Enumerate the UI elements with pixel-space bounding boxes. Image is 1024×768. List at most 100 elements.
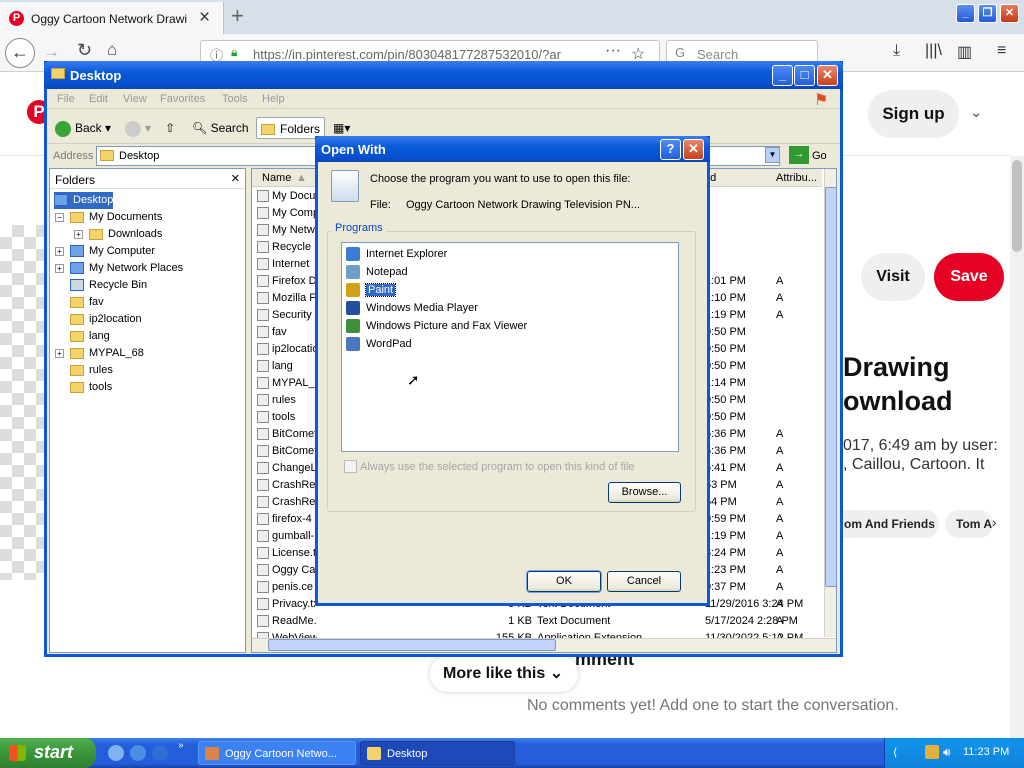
sidebar-icon[interactable]: ▥ xyxy=(957,42,972,62)
program-item[interactable]: Internet Explorer xyxy=(346,246,447,263)
quick-launch-more-icon[interactable]: » xyxy=(178,740,184,751)
volume-icon[interactable]: 🔊︎ xyxy=(943,745,951,760)
download-icon[interactable]: ⤓ xyxy=(893,42,900,60)
restore-icon[interactable]: ❐ xyxy=(978,4,997,23)
always-use-checkbox[interactable] xyxy=(344,460,357,473)
tree-item-tools[interactable]: tools xyxy=(70,379,112,396)
reload-icon[interactable]: ↻ xyxy=(77,40,92,61)
cancel-button[interactable]: Cancel xyxy=(607,571,681,592)
page-scrollbar-thumb[interactable] xyxy=(1012,160,1022,252)
collapse-icon[interactable]: − xyxy=(55,212,64,222)
taskbar-task-desktop[interactable]: Desktop xyxy=(360,741,515,765)
quick-launch-explorer-icon[interactable] xyxy=(108,745,124,761)
tree-item-downloads[interactable]: + Downloads xyxy=(74,226,162,243)
menu-tools[interactable]: Tools xyxy=(222,93,248,105)
home-icon[interactable]: ⌂ xyxy=(107,40,117,60)
tree-item-desktop[interactable]: Desktop xyxy=(54,192,114,209)
maximize-icon[interactable]: □ xyxy=(794,65,815,86)
close-pane-icon[interactable]: × xyxy=(231,170,240,187)
horizontal-scrollbar-thumb[interactable] xyxy=(268,639,556,651)
menu-file[interactable]: File xyxy=(57,93,75,105)
pin-image[interactable] xyxy=(0,225,45,580)
menu-favorites[interactable]: Favorites xyxy=(160,93,205,105)
search-engine-icon[interactable]: G xyxy=(675,45,685,60)
dialog-title: Open With xyxy=(321,142,386,157)
file-row[interactable]: ReadMe.txt 1 KB Text Document 5/17/2024 2:2… xyxy=(257,613,827,630)
clock: 11:23 PM xyxy=(963,746,1010,758)
expand-icon[interactable]: + xyxy=(55,263,64,273)
up-folder-icon[interactable]: ⇧ xyxy=(165,117,175,139)
program-item[interactable]: Windows Picture and Fax Viewer xyxy=(346,318,527,335)
expand-icon[interactable]: + xyxy=(74,229,83,239)
windows-logo-icon: ⚑ xyxy=(814,92,829,109)
folder-icon xyxy=(70,364,84,376)
program-item[interactable]: Paint xyxy=(346,282,397,299)
close-icon[interactable]: ✕ xyxy=(683,139,704,160)
go-arrow-icon[interactable]: → xyxy=(789,146,809,164)
close-icon[interactable]: ✕ xyxy=(1000,4,1019,23)
address-dropdown-icon[interactable]: ▼ xyxy=(765,147,780,163)
tree-item-my-documents[interactable]: − My Documents xyxy=(55,209,162,226)
start-button[interactable]: start xyxy=(0,738,96,768)
tree-item-mypal[interactable]: + MYPAL_68 xyxy=(55,345,144,362)
taskbar-task-firefox[interactable]: Oggy Cartoon Netwo... xyxy=(198,741,356,765)
forward-arrow-icon[interactable]: → xyxy=(43,42,60,62)
tree-item-lang[interactable]: lang xyxy=(70,328,110,345)
visit-button[interactable]: Visit xyxy=(861,253,925,301)
tree-item-my-network-places[interactable]: + My Network Places xyxy=(55,260,183,277)
tree-item-recycle-bin[interactable]: Recycle Bin xyxy=(70,277,147,294)
chevron-down-icon[interactable]: ⌄ xyxy=(970,103,983,121)
url-text[interactable]: https://in.pinterest.com/pin/80304817728… xyxy=(253,47,561,62)
tray-arrow-icon[interactable]: ⟨ xyxy=(893,746,897,759)
program-item[interactable]: WordPad xyxy=(346,336,412,353)
save-button[interactable]: Save xyxy=(934,253,1004,301)
tree-item-fav[interactable]: fav xyxy=(70,294,104,311)
more-like-this-button[interactable]: More like this ⌄ xyxy=(430,656,578,692)
file-name-text: My Docu xyxy=(272,190,316,202)
new-tab-icon[interactable]: + xyxy=(231,3,244,29)
ok-button[interactable]: OK xyxy=(526,570,602,593)
tray-app-icon[interactable] xyxy=(925,745,939,759)
tree-item-rules[interactable]: rules xyxy=(70,362,113,379)
tag-pill[interactable]: Tom An xyxy=(945,510,993,538)
forward-button[interactable]: ▾ xyxy=(125,117,151,139)
tag-pill[interactable]: om And Friends xyxy=(833,510,939,538)
expand-icon[interactable]: + xyxy=(55,348,64,358)
expand-icon[interactable]: + xyxy=(55,246,64,256)
help-icon[interactable]: ? xyxy=(660,139,681,160)
vertical-scrollbar-thumb[interactable] xyxy=(825,187,836,587)
chevron-right-icon[interactable]: › xyxy=(992,514,997,530)
folders-pane: Folders × Desktop − My Documents + Downloa… xyxy=(49,168,246,653)
browser-tab[interactable]: P Oggy Cartoon Network Drawing Te × xyxy=(0,2,224,34)
menu-icon[interactable]: ≡ xyxy=(997,42,1006,60)
go-label[interactable]: Go xyxy=(812,150,827,162)
program-item[interactable]: Notepad xyxy=(346,264,408,281)
folder-icon xyxy=(70,330,84,342)
explorer-titlebar[interactable]: Desktop _ □ ✕ xyxy=(44,61,843,89)
page-actions-icon[interactable]: ··· xyxy=(605,42,621,60)
file-date: 54 PM xyxy=(705,496,737,508)
tree-item-my-computer[interactable]: + My Computer xyxy=(55,243,155,260)
back-button[interactable]: Back ▾ xyxy=(55,117,111,139)
menu-edit[interactable]: Edit xyxy=(89,93,108,105)
search-button[interactable]: 🔍︎ Search xyxy=(192,117,249,139)
column-attributes[interactable]: Attribu... xyxy=(776,172,817,184)
dialog-titlebar[interactable]: Open With ? ✕ xyxy=(315,136,710,162)
folder-icon xyxy=(70,296,84,308)
menu-view[interactable]: View xyxy=(123,93,147,105)
tree-item-ip2location[interactable]: ip2location xyxy=(70,311,142,328)
close-icon[interactable]: ✕ xyxy=(817,65,838,86)
browse-button[interactable]: Browse... xyxy=(608,482,681,503)
sign-up-button[interactable]: Sign up xyxy=(868,90,959,138)
minimize-icon[interactable]: _ xyxy=(772,65,793,86)
tab-close-icon[interactable]: × xyxy=(199,7,210,29)
column-name[interactable]: Name xyxy=(262,172,291,184)
back-arrow-icon xyxy=(55,120,71,137)
back-arrow-icon[interactable]: ← xyxy=(5,38,35,68)
quick-launch-ie-icon[interactable] xyxy=(130,745,146,761)
library-icon[interactable]: |||\ xyxy=(925,42,942,60)
program-item[interactable]: Windows Media Player xyxy=(346,300,478,317)
menu-help[interactable]: Help xyxy=(262,93,285,105)
minimize-icon[interactable]: _ xyxy=(956,4,975,23)
quick-launch-media-icon[interactable] xyxy=(152,745,168,761)
